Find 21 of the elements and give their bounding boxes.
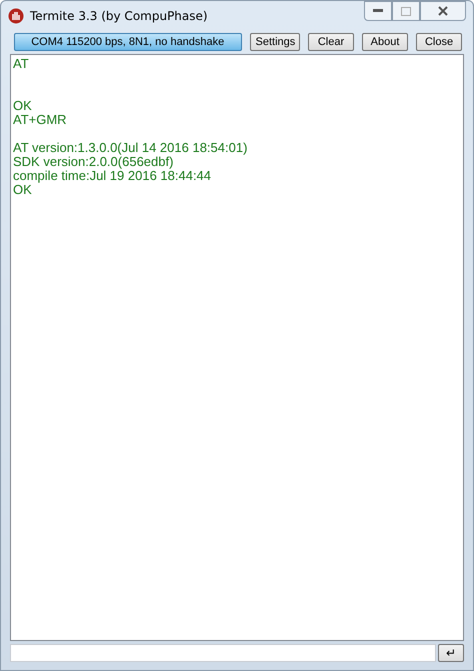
window-title: Termite 3.3 (by CompuPhase) bbox=[30, 9, 209, 23]
terminal-line: AT bbox=[13, 57, 30, 71]
terminal-line: SDK version:2.0.0(656edbf) bbox=[13, 155, 174, 169]
input-field[interactable] bbox=[10, 644, 436, 662]
terminal-line: OK bbox=[13, 99, 33, 113]
port-status-button[interactable]: COM4 115200 bps, 8N1, no handshake bbox=[14, 33, 242, 51]
toolbar-button[interactable]: Close bbox=[416, 33, 462, 51]
send-button[interactable]: ↵ bbox=[438, 644, 464, 662]
maximize-icon bbox=[401, 6, 411, 16]
close-icon bbox=[438, 6, 448, 16]
app-icon bbox=[8, 8, 24, 24]
toolbar-button[interactable]: About bbox=[362, 33, 408, 51]
toolbar-button[interactable]: Settings bbox=[250, 33, 300, 51]
toolbar-button[interactable]: Clear bbox=[308, 33, 354, 51]
minimize-button[interactable] bbox=[364, 1, 392, 21]
minimize-icon bbox=[373, 9, 383, 13]
terminal-line: AT+GMR bbox=[13, 113, 68, 127]
terminal-line: OK bbox=[13, 183, 32, 197]
terminal-line: AT version:1.3.0.0(Jul 14 2016 18:54:01) bbox=[13, 141, 248, 155]
terminal-line: compile time:Jul 19 2016 18:44:44 bbox=[13, 169, 212, 183]
close-button[interactable] bbox=[420, 1, 466, 21]
